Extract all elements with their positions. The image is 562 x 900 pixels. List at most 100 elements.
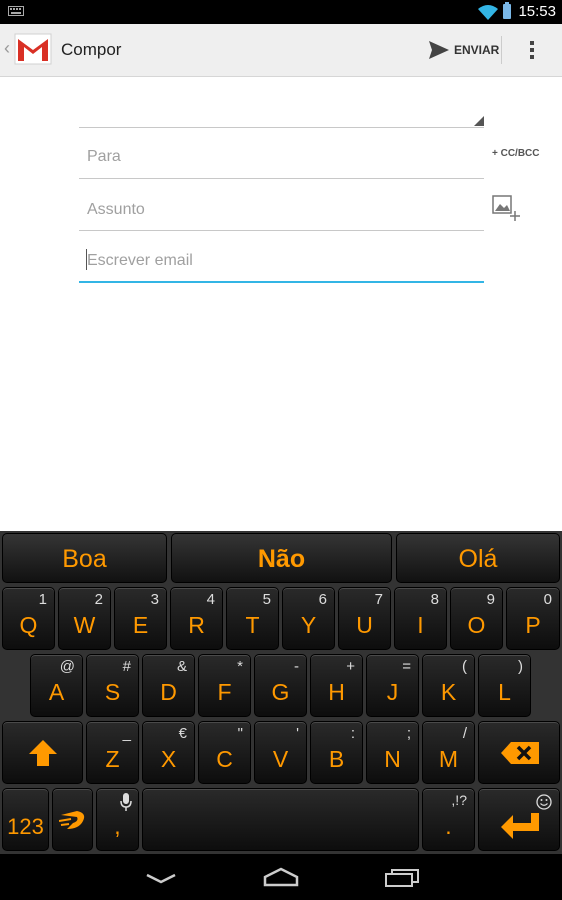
gmail-logo-icon[interactable] bbox=[14, 31, 52, 67]
enter-key[interactable] bbox=[478, 788, 560, 851]
key-hint: 9 bbox=[486, 591, 495, 608]
key-hint: 3 bbox=[150, 591, 159, 608]
key-hint: = bbox=[402, 658, 411, 675]
battery-icon bbox=[503, 2, 511, 19]
key-label: B bbox=[328, 746, 345, 772]
key-q[interactable]: 1Q bbox=[2, 587, 55, 650]
up-chevron-icon[interactable]: ‹ bbox=[4, 38, 10, 59]
key-label: O bbox=[467, 612, 486, 638]
key-p[interactable]: 0P bbox=[506, 587, 560, 650]
key-label: T bbox=[245, 612, 260, 638]
key-hint: 8 bbox=[430, 591, 439, 608]
key-j[interactable]: = J bbox=[366, 654, 419, 717]
key-hint: 6 bbox=[318, 591, 327, 608]
key-e[interactable]: 3E bbox=[114, 587, 167, 650]
send-button[interactable]: ENVIAR bbox=[426, 32, 500, 68]
key-hint: @ bbox=[59, 658, 75, 675]
overflow-dot bbox=[530, 48, 534, 52]
key-y[interactable]: 6Y bbox=[282, 587, 335, 650]
from-account-spinner[interactable] bbox=[79, 78, 484, 128]
key-i[interactable]: 8I bbox=[394, 587, 447, 650]
key-o[interactable]: 9O bbox=[450, 587, 503, 650]
key-k[interactable]: (K bbox=[422, 654, 475, 717]
key-hint: 5 bbox=[262, 591, 271, 608]
key-label: Z bbox=[105, 746, 120, 772]
key-s[interactable]: # S bbox=[86, 654, 139, 717]
key-label: H bbox=[328, 679, 345, 705]
key-x[interactable]: € X bbox=[142, 721, 195, 784]
suggestion-3[interactable]: Olá bbox=[396, 533, 560, 583]
subject-field[interactable]: Assunto bbox=[79, 184, 484, 231]
action-bar: ‹ Compor ENVIAR bbox=[0, 24, 562, 77]
back-chevron-down-icon[interactable] bbox=[145, 871, 177, 885]
key-t[interactable]: 5T bbox=[226, 587, 279, 650]
attach-image-icon[interactable] bbox=[492, 194, 522, 224]
period-key[interactable]: ,!? . bbox=[422, 788, 475, 851]
key-hint: + bbox=[346, 658, 355, 675]
key-hint: 4 bbox=[206, 591, 215, 608]
swiftkey-logo-icon bbox=[59, 811, 85, 829]
key-label: P bbox=[525, 612, 541, 638]
to-field[interactable]: Para bbox=[79, 132, 484, 179]
key-m[interactable]: / M bbox=[422, 721, 475, 784]
enter-arrow-icon bbox=[501, 813, 539, 839]
suggestion-2[interactable]: Não bbox=[171, 533, 392, 583]
space-key[interactable] bbox=[142, 788, 419, 851]
overflow-menu-button[interactable] bbox=[515, 32, 549, 68]
comma-mic-key[interactable]: , bbox=[96, 788, 139, 851]
key-label: Q bbox=[19, 612, 38, 638]
send-label: ENVIAR bbox=[454, 43, 500, 57]
backspace-key[interactable] bbox=[478, 721, 560, 784]
key-c[interactable]: " C bbox=[198, 721, 251, 784]
key-label: A bbox=[48, 679, 65, 705]
key-label: X bbox=[160, 746, 177, 772]
suggestion-1[interactable]: Boa bbox=[2, 533, 167, 583]
key-v[interactable]: ' V bbox=[254, 721, 307, 784]
key-r[interactable]: 4R bbox=[170, 587, 223, 650]
key-hint: 7 bbox=[374, 591, 383, 608]
shift-arrow-icon bbox=[29, 740, 57, 766]
key-h[interactable]: + H bbox=[310, 654, 363, 717]
key-hint: - bbox=[294, 658, 299, 675]
key-label: U bbox=[356, 612, 373, 638]
key-label: D bbox=[160, 679, 177, 705]
key-label: Y bbox=[300, 612, 317, 638]
home-icon[interactable] bbox=[263, 867, 299, 887]
recent-apps-icon[interactable] bbox=[384, 868, 420, 888]
key-hint: & bbox=[176, 658, 187, 675]
key-w[interactable]: 2W bbox=[58, 587, 111, 650]
overflow-dot bbox=[530, 41, 534, 45]
key-hint: 0 bbox=[543, 591, 552, 608]
numbers-key[interactable]: 123 bbox=[2, 788, 49, 851]
key-label: N bbox=[384, 746, 401, 772]
add-cc-bcc-button[interactable]: + CC/BCC bbox=[492, 148, 540, 159]
key-d[interactable]: & D bbox=[142, 654, 195, 717]
key-b[interactable]: :B bbox=[310, 721, 363, 784]
key-u[interactable]: 7U bbox=[338, 587, 391, 650]
key-hint: ' bbox=[296, 725, 299, 742]
key-a[interactable]: @ A bbox=[30, 654, 83, 717]
key-hint: € bbox=[178, 725, 187, 742]
subject-underline bbox=[79, 230, 484, 231]
key-label: I bbox=[417, 612, 424, 638]
send-icon bbox=[429, 41, 449, 59]
key-hint: ; bbox=[406, 725, 411, 742]
key-label: W bbox=[73, 612, 96, 638]
key-label: K bbox=[440, 679, 457, 705]
shift-key[interactable] bbox=[2, 721, 83, 784]
key-n[interactable]: ; N bbox=[366, 721, 419, 784]
navigation-bar bbox=[0, 854, 562, 900]
key-g[interactable]: -G bbox=[254, 654, 307, 717]
key-f[interactable]: * F bbox=[198, 654, 251, 717]
numbers-label: 123 bbox=[7, 814, 44, 839]
key-z[interactable]: _ Z bbox=[86, 721, 139, 784]
microphone-icon bbox=[120, 793, 132, 811]
key-hint: 2 bbox=[94, 591, 103, 608]
key-hint: ( bbox=[462, 658, 467, 675]
swiftkey-key[interactable] bbox=[52, 788, 93, 851]
overflow-dot bbox=[530, 55, 534, 59]
body-field[interactable]: Escrever email bbox=[79, 236, 484, 283]
backspace-icon bbox=[501, 742, 539, 764]
key-l[interactable]: ) L bbox=[478, 654, 531, 717]
key-hint: 1 bbox=[38, 591, 47, 608]
